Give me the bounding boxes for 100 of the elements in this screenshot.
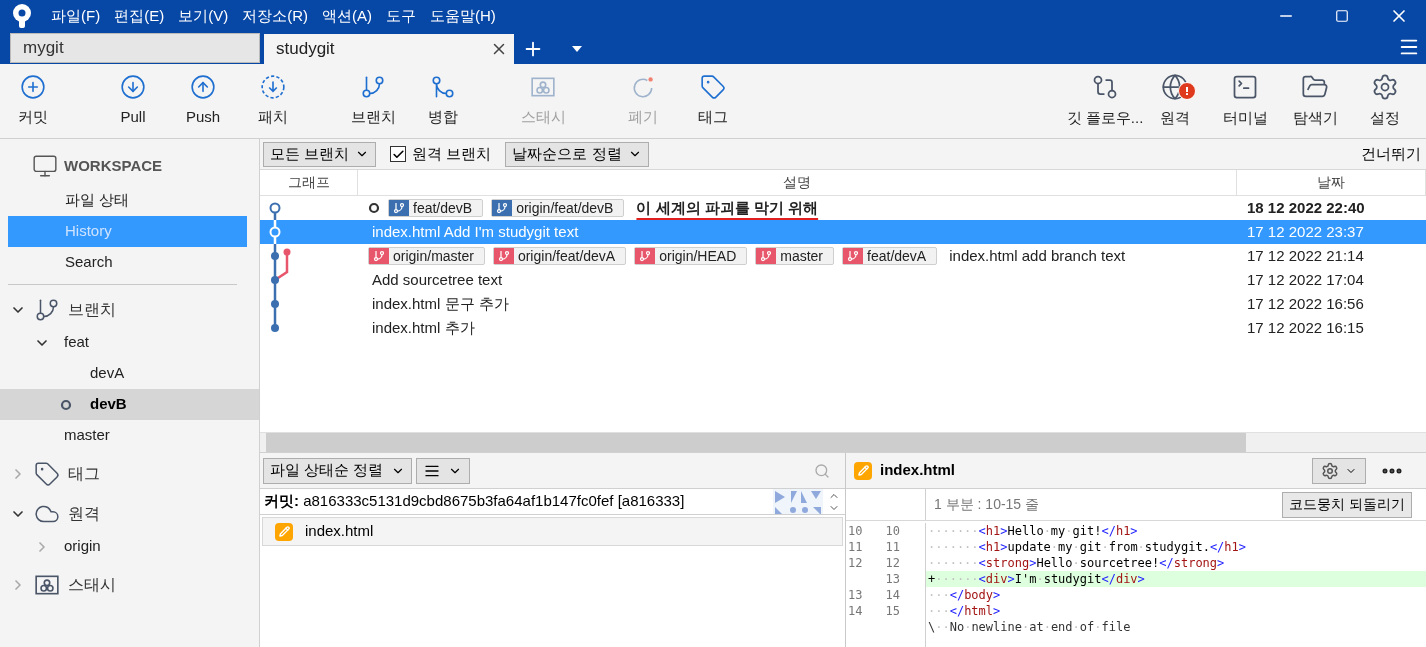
commit-row[interactable]: Add sourcetree text 17 12 2022 17:04 xyxy=(260,268,1426,292)
sidebar-section[interactable]: 스태시 xyxy=(0,568,259,602)
line-number: 13 xyxy=(848,588,863,602)
view-mode-dropdown[interactable] xyxy=(416,457,471,484)
app-logo xyxy=(11,3,33,29)
dashed-arrow-circle-icon xyxy=(260,73,286,100)
menu-item[interactable]: 보기(V) xyxy=(171,4,236,28)
modified-file-icon xyxy=(275,522,293,541)
line-number: 11 xyxy=(885,540,900,554)
sidebar-item[interactable]: master xyxy=(0,420,259,451)
toolbar-button[interactable]: 탐색기 xyxy=(1280,68,1350,134)
merge-icon xyxy=(430,73,456,100)
monitor-icon xyxy=(32,153,58,179)
current-branch-icon xyxy=(60,398,72,411)
menu-item[interactable]: 액션(A) xyxy=(315,4,379,28)
commit-message: index.html Add I'm studygit text xyxy=(372,221,579,242)
commit-row[interactable]: index.html 추가 17 12 2022 16:15 xyxy=(260,316,1426,340)
column-header[interactable]: 그래프 xyxy=(260,170,358,195)
remote-branches-checkbox[interactable]: 원격 브랜치 xyxy=(390,142,492,166)
commit-id-text: 커밋: a816333c5131d9cbd8675b3fa64af1b147fc0fef [a816333] xyxy=(263,491,686,512)
toolbar-button[interactable]: 설정 xyxy=(1350,68,1420,134)
branch-label: origin/feat/devA xyxy=(492,247,627,265)
branch-icon xyxy=(360,73,386,100)
menu-item[interactable]: 편집(E) xyxy=(107,4,172,28)
sidebar-section[interactable]: 태그 xyxy=(0,457,259,491)
branch-icon xyxy=(34,297,60,323)
branch-label: feat/devB xyxy=(388,199,484,217)
branch-label: feat/devA xyxy=(842,247,938,265)
toolbar-button[interactable]: 터미널 xyxy=(1210,68,1280,134)
repository-tab[interactable]: studygit xyxy=(264,34,514,64)
check-icon xyxy=(391,147,405,161)
commit-message: Add sourcetree text xyxy=(372,269,503,290)
menu-item[interactable]: 도구 xyxy=(379,4,423,28)
commit-date: 17 12 2022 21:14 xyxy=(1246,245,1365,266)
globe-icon xyxy=(1161,72,1189,101)
branch-label: origin/feat/devB xyxy=(491,199,625,217)
branch-label: master xyxy=(755,247,835,265)
sidebar-item[interactable]: devA xyxy=(0,358,259,389)
line-number: 12 xyxy=(848,556,863,570)
toolbar-button[interactable]: 태그 xyxy=(678,68,748,134)
sidebar-item[interactable]: devB xyxy=(0,389,259,420)
sidebar-item[interactable]: feat xyxy=(0,327,259,358)
sidebar-section[interactable]: 브랜치 xyxy=(0,293,259,327)
line-number: 12 xyxy=(885,556,900,570)
modified-file-icon xyxy=(854,461,872,480)
commit-date: 17 12 2022 16:56 xyxy=(1246,293,1365,314)
toolbar-button[interactable]: 커밋 xyxy=(0,68,68,134)
gear-icon xyxy=(1321,461,1339,480)
sidebar-item[interactable]: Search xyxy=(8,247,247,278)
revert-hunk-button[interactable]: 코드뭉치 되돌리기 xyxy=(1282,491,1412,518)
menu-item[interactable]: 파일(F) xyxy=(44,4,108,28)
repository-tab[interactable]: mygit xyxy=(10,33,260,63)
toolbar-button[interactable]: Push xyxy=(168,68,238,134)
code-line: ·······<strong>Hello·sourcetree!</strong> xyxy=(927,555,1226,571)
sort-dropdown[interactable]: 날짜순으로 정렬 xyxy=(505,141,649,167)
commit-message: index.html 추가 xyxy=(372,317,475,338)
toolbar-button[interactable]: 브랜치 xyxy=(338,68,408,134)
file-sort-dropdown[interactable]: 파일 상태순 정렬 xyxy=(263,457,413,484)
file-row[interactable]: index.html xyxy=(262,517,843,546)
tag-icon xyxy=(700,73,726,100)
line-number: 14 xyxy=(885,588,900,602)
settings-icon xyxy=(1371,72,1399,101)
toolbar-button[interactable]: Pull xyxy=(98,68,168,134)
commit-date: 17 12 2022 23:37 xyxy=(1246,221,1365,242)
toolbar-button[interactable]: 패치 xyxy=(238,68,308,134)
column-header[interactable]: 설명 xyxy=(358,170,1237,195)
commit-message: index.html 문구 추가 xyxy=(372,293,509,314)
sidebar-section[interactable]: 원격 xyxy=(0,497,259,531)
commit-message: index.html add branch text xyxy=(949,245,1126,266)
menu-item[interactable]: 저장소(R) xyxy=(235,4,315,28)
toolbar-button[interactable]: 깃 플로우... xyxy=(1070,68,1140,134)
jump-button[interactable]: 건너뛰기 xyxy=(1361,142,1423,166)
commit-row[interactable]: index.html 문구 추가 17 12 2022 16:56 xyxy=(260,292,1426,316)
menu-item[interactable]: 도움말(H) xyxy=(423,4,503,28)
tab-list-caret-icon[interactable] xyxy=(572,46,582,52)
branch-label: origin/HEAD xyxy=(634,247,748,265)
line-number: 10 xyxy=(848,524,863,538)
code-line: ·······<h1>Hello·my·git!</h1> xyxy=(927,523,1139,539)
branch-filter-dropdown[interactable]: 모든 브랜치 xyxy=(263,141,377,167)
horizontal-scrollbar[interactable] xyxy=(260,432,1426,452)
column-header[interactable]: 날짜 xyxy=(1237,170,1426,195)
line-number: 15 xyxy=(885,604,900,618)
line-number: 11 xyxy=(848,540,863,554)
settings-dropdown[interactable] xyxy=(1312,457,1366,484)
arrow-down-circle-icon xyxy=(120,73,146,100)
maximize-icon[interactable] xyxy=(1335,9,1349,23)
arrow-up-circle-icon xyxy=(190,73,216,100)
sidebar-item[interactable]: 파일 상태 xyxy=(8,185,247,216)
commit-message: 이 세계의 파괴를 막기 위해 xyxy=(636,197,819,218)
line-number: 13 xyxy=(885,572,900,586)
section-title: WORKSPACE xyxy=(64,155,163,176)
commit-date: 17 12 2022 17:04 xyxy=(1246,269,1365,290)
code-line: \··No·newline·at·end·of·file xyxy=(927,619,1132,635)
code-line: ···</html> xyxy=(927,603,1002,619)
toolbar-button[interactable]: 병합 xyxy=(408,68,478,134)
line-number: 14 xyxy=(848,604,863,618)
code-line: ·······<h1>update·my·git·from·studygit.</h1> xyxy=(927,539,1247,555)
sidebar-item[interactable]: origin xyxy=(0,531,259,562)
hunk-header: 1 부분 : 10-15 줄 xyxy=(933,495,1041,514)
commit-row[interactable]: origin/master origin/feat/devA origin/HEAD master feat/devA index.html add branch text 17 12 2022 21:14 xyxy=(260,244,1426,268)
